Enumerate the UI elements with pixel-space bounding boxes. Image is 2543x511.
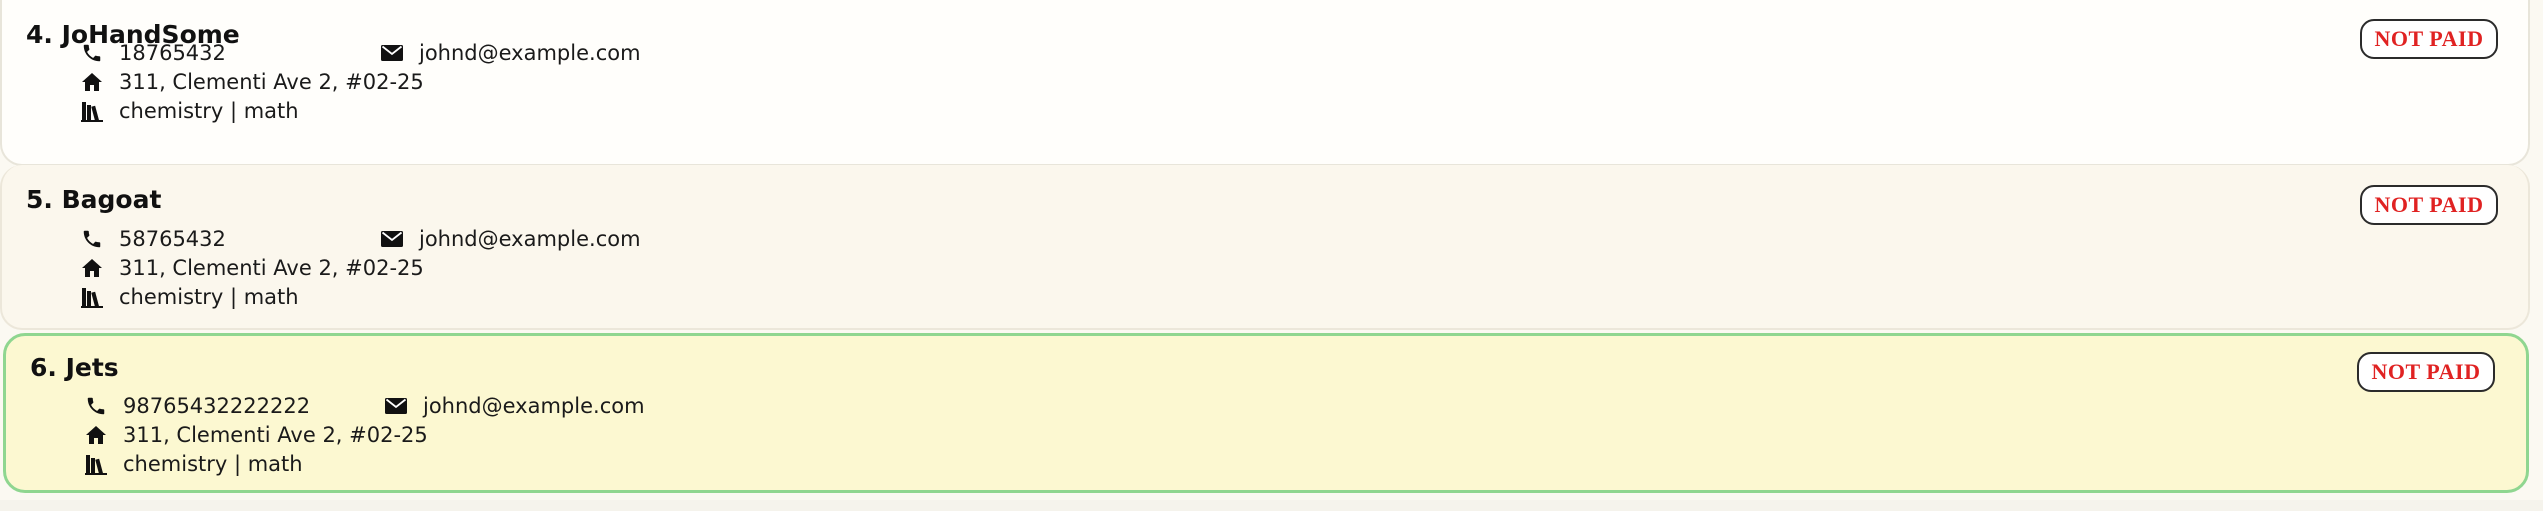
address-row: 311, Clementi Ave 2, #02-25 [79,255,424,281]
list-bottom-edge [0,500,2543,511]
books-icon [79,98,105,124]
address-row: 311, Clementi Ave 2, #02-25 [83,422,428,448]
person-card[interactable]: 4. JoHandSome NOT PAID 18765432 johnd@ex… [0,0,2530,166]
person-list[interactable]: 4. JoHandSome NOT PAID 18765432 johnd@ex… [0,0,2543,511]
payment-status-badge: NOT PAID [2360,19,2498,59]
subjects-text: chemistry | math [119,285,299,309]
person-name: 6. Jets [30,353,119,382]
payment-status-badge: NOT PAID [2360,185,2498,225]
subjects-row: chemistry | math [83,451,303,477]
phone-number: 18765432 [119,41,226,65]
address-text: 311, Clementi Ave 2, #02-25 [119,256,424,280]
subjects-row: chemistry | math [79,284,299,310]
person-card[interactable]: 5. Bagoat NOT PAID 58765432 johnd@exampl… [0,165,2530,330]
email-row: johnd@example.com [379,40,641,66]
subjects-row: chemistry | math [79,98,299,124]
email-row: johnd@example.com [383,393,645,419]
email-address: johnd@example.com [419,41,641,65]
email-address: johnd@example.com [419,227,641,251]
books-icon [79,284,105,310]
home-icon [79,255,105,281]
phone-row: 98765432222222 [83,393,310,419]
home-icon [79,69,105,95]
subjects-text: chemistry | math [119,99,299,123]
phone-number: 98765432222222 [123,394,311,418]
payment-status-badge: NOT PAID [2357,352,2495,392]
address-row: 311, Clementi Ave 2, #02-25 [79,69,424,95]
home-icon [83,422,109,448]
phone-icon [83,393,109,419]
envelope-icon [383,393,409,419]
person-name: 5. Bagoat [26,185,162,214]
phone-icon [79,226,105,252]
address-text: 311, Clementi Ave 2, #02-25 [123,423,428,447]
subjects-text: chemistry | math [123,452,303,476]
envelope-icon [379,226,405,252]
books-icon [83,451,109,477]
email-row: johnd@example.com [379,226,641,252]
envelope-icon [379,40,405,66]
phone-number: 58765432 [119,227,226,251]
phone-icon [79,40,105,66]
phone-row: 18765432 [79,40,226,66]
email-address: johnd@example.com [423,394,645,418]
person-card-selected[interactable]: 6. Jets NOT PAID 98765432222222 johnd@ex… [3,333,2529,493]
phone-row: 58765432 [79,226,226,252]
address-text: 311, Clementi Ave 2, #02-25 [119,70,424,94]
